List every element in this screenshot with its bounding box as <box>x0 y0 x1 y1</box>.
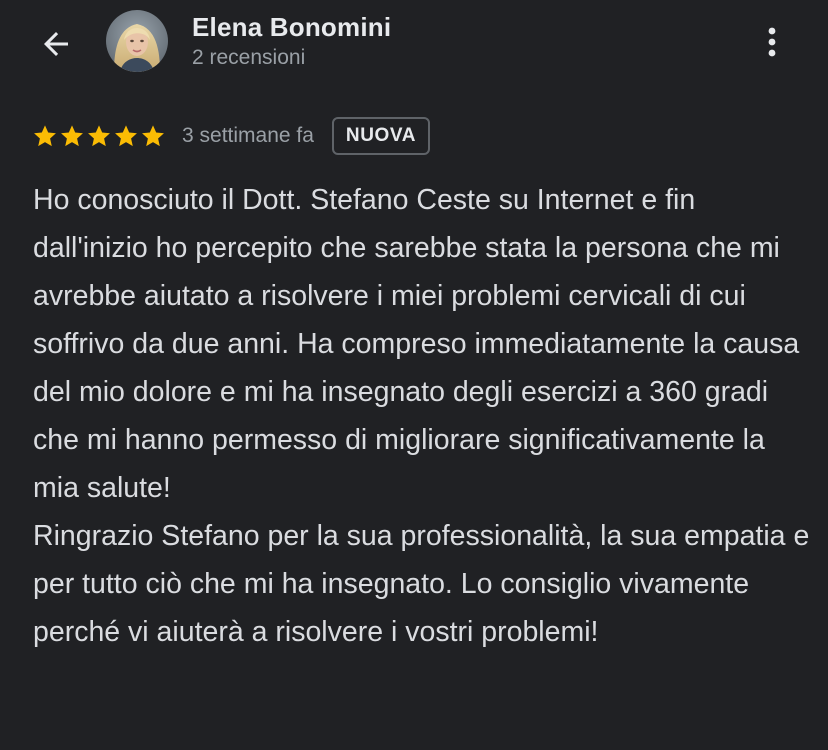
star-icon <box>61 125 83 147</box>
new-badge: NUOVA <box>331 117 431 155</box>
review-meta: 3 settimane fa NUOVA <box>32 114 431 158</box>
review-header: Elena Bonomini 2 recensioni <box>0 0 828 96</box>
review-paragraph: Ringrazio Stefano per la sua professiona… <box>33 520 810 648</box>
reviewer-review-count: 2 recensioni <box>192 46 306 69</box>
reviewer-name[interactable]: Elena Bonomini <box>192 12 391 43</box>
review-time: 3 settimane fa <box>182 124 314 147</box>
star-icon <box>142 125 164 147</box>
avatar[interactable] <box>106 10 168 72</box>
star-icon <box>115 125 137 147</box>
star-icon <box>88 125 110 147</box>
review-paragraph: Ho conosciuto il Dott. Stefano Ceste su … <box>33 184 800 504</box>
arrow-back-icon <box>44 32 68 56</box>
more-vertical-icon <box>768 27 776 57</box>
star-icon <box>34 125 56 147</box>
back-button[interactable] <box>28 22 84 66</box>
star-rating <box>32 123 166 149</box>
review-text: Ho conosciuto il Dott. Stefano Ceste su … <box>33 176 813 656</box>
avatar-photo <box>106 10 168 72</box>
more-options-button[interactable] <box>752 20 792 64</box>
